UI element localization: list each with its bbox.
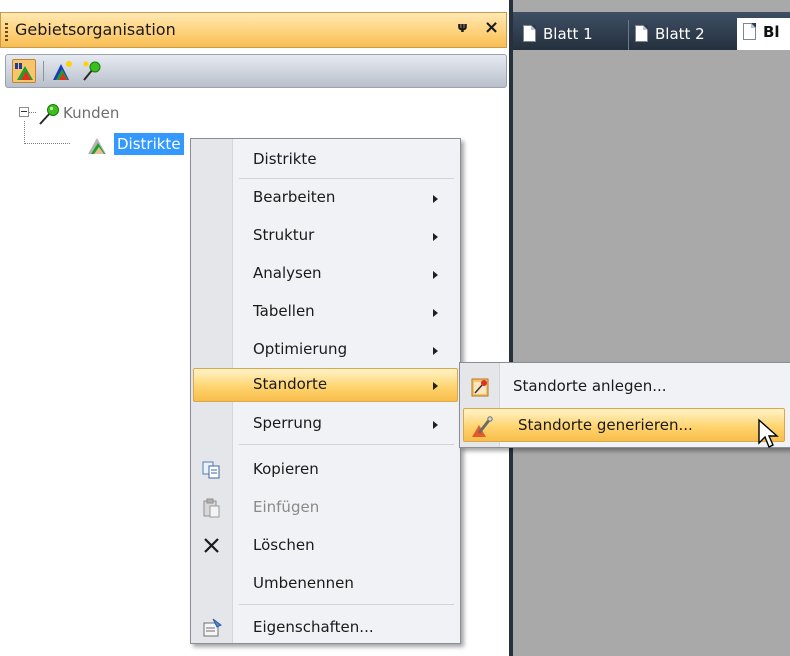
- toolbar-separator: [43, 61, 44, 81]
- menu-separator: [239, 444, 454, 445]
- menu-item-loeschen[interactable]: Löschen: [193, 529, 458, 561]
- submenu-arrow-icon: [433, 382, 438, 390]
- mouse-pointer-icon: [758, 418, 779, 448]
- tab-blatt-2[interactable]: Blatt 2: [628, 20, 737, 50]
- menu-separator: [239, 604, 454, 605]
- menu-item-kopieren[interactable]: Kopieren: [193, 453, 458, 485]
- context-menu: Distrikte Bearbeiten Struktur Analysen T…: [190, 138, 461, 644]
- menu-item-standorte-anlegen[interactable]: Standorte anlegen...: [463, 369, 785, 403]
- pin-icon[interactable]: ᴪ: [457, 20, 468, 36]
- copy-icon: [202, 461, 220, 479]
- document-icon: [743, 23, 756, 40]
- menu-item-eigenschaften[interactable]: Eigenschaften...: [193, 611, 458, 643]
- tab-blatt-3-active[interactable]: Bl: [737, 18, 790, 50]
- delete-icon: [204, 538, 219, 553]
- submenu-arrow-icon: [433, 271, 438, 279]
- tree-item-kunden[interactable]: Kunden: [63, 104, 119, 122]
- menu-item-umbenennen[interactable]: Umbenennen: [193, 567, 458, 599]
- document-tab-strip: Blatt 1 Blatt 2 Bl: [513, 12, 790, 50]
- menu-item-standorte-generieren[interactable]: Standorte generieren...: [463, 408, 785, 442]
- menu-header-distrikte: Distrikte: [253, 150, 317, 168]
- new-level-icon[interactable]: [50, 59, 74, 83]
- collapse-toggle-icon[interactable]: [19, 107, 29, 117]
- menu-item-sperrung[interactable]: Sperrung: [193, 407, 458, 439]
- menu-item-tabellen[interactable]: Tabellen: [193, 295, 458, 327]
- submenu-arrow-icon: [433, 347, 438, 355]
- menu-item-optimierung[interactable]: Optimierung: [193, 333, 458, 365]
- menu-item-bearbeiten[interactable]: Bearbeiten: [193, 181, 458, 213]
- create-locations-icon: [471, 378, 489, 397]
- submenu-arrow-icon: [433, 195, 438, 203]
- menu-item-einfuegen[interactable]: Einfügen: [193, 491, 458, 523]
- properties-icon: [203, 618, 222, 637]
- menu-item-analysen[interactable]: Analysen: [193, 257, 458, 289]
- submenu-arrow-icon: [433, 309, 438, 317]
- panel-toolbar: [5, 54, 507, 88]
- customer-pin-icon: [39, 104, 59, 125]
- submenu-arrow-icon: [433, 233, 438, 241]
- tab-label: Blatt 1: [543, 25, 593, 43]
- tree-item-distrikte[interactable]: Distrikte: [114, 133, 184, 155]
- menu-separator: [239, 178, 454, 179]
- drag-grip-icon[interactable]: [5, 23, 8, 41]
- tab-label: Blatt 2: [655, 25, 705, 43]
- menu-item-struktur[interactable]: Struktur: [193, 219, 458, 251]
- tab-blatt-1[interactable]: Blatt 1: [517, 20, 625, 50]
- document-icon: [635, 25, 648, 42]
- panel-title-bar[interactable]: Gebietsorganisation ᴪ ×: [0, 12, 507, 48]
- close-icon[interactable]: ×: [484, 17, 499, 38]
- district-level-icon: [88, 138, 106, 154]
- standorte-submenu: Standorte anlegen... Standorte generiere…: [459, 362, 790, 448]
- paste-icon: [203, 498, 220, 518]
- tree-connector-dash: [29, 112, 36, 113]
- menu-item-standorte[interactable]: Standorte: [193, 368, 458, 402]
- document-icon: [523, 25, 536, 42]
- generate-locations-icon: [472, 416, 493, 437]
- submenu-arrow-icon: [433, 421, 438, 429]
- new-location-pin-icon[interactable]: [80, 59, 104, 83]
- area-organization-icon[interactable]: [12, 59, 36, 83]
- tab-label: Bl: [763, 23, 780, 41]
- document-workspace: Blatt 1 Blatt 2 Bl: [513, 0, 790, 656]
- panel-title: Gebietsorganisation: [15, 20, 176, 39]
